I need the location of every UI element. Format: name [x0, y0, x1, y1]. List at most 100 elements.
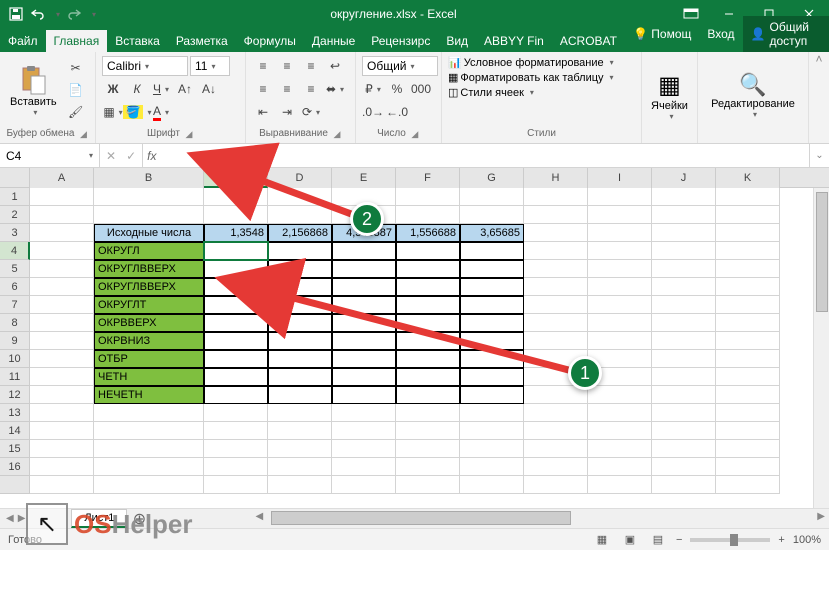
name-box[interactable]: C4▾ [0, 144, 100, 167]
align-center-icon[interactable]: ≡ [276, 79, 298, 99]
tab-layout[interactable]: Разметка [168, 30, 236, 52]
row-header[interactable]: 15 [0, 440, 30, 458]
editing-dropdown-icon[interactable]: ▾ [753, 110, 757, 119]
tab-formulas[interactable]: Формулы [236, 30, 304, 52]
zoom-in-icon[interactable]: + [778, 534, 784, 546]
row-header[interactable]: 14 [0, 422, 30, 440]
cell[interactable] [396, 404, 460, 422]
cell[interactable] [94, 440, 204, 458]
cell[interactable] [460, 296, 524, 314]
cell[interactable] [268, 188, 332, 206]
cell[interactable] [332, 422, 396, 440]
col-header-d[interactable]: D [268, 168, 332, 188]
cell[interactable] [268, 332, 332, 350]
col-header-i[interactable]: I [588, 168, 652, 188]
cell[interactable] [588, 224, 652, 242]
cell[interactable] [652, 278, 716, 296]
cell[interactable] [396, 440, 460, 458]
vertical-scrollbar[interactable] [813, 188, 829, 508]
underline-button[interactable]: Ч▾ [150, 79, 172, 99]
cell[interactable] [94, 476, 204, 494]
cell[interactable] [30, 476, 94, 494]
cell[interactable] [332, 242, 396, 260]
cell[interactable] [652, 224, 716, 242]
number-format-select[interactable]: Общий▾ [362, 56, 438, 76]
decrease-decimal-icon[interactable]: ←.0 [386, 102, 408, 122]
cells-icon[interactable]: ▦ [658, 71, 681, 100]
cut-icon[interactable]: ✂ [65, 58, 87, 78]
enter-formula-icon[interactable]: ✓ [126, 149, 136, 163]
cell[interactable] [524, 368, 588, 386]
cell[interactable] [588, 350, 652, 368]
cell[interactable] [30, 260, 94, 278]
tab-insert[interactable]: Вставка [107, 30, 168, 52]
cell[interactable] [716, 404, 780, 422]
cell[interactable] [588, 368, 652, 386]
cell[interactable] [94, 188, 204, 206]
row-header[interactable]: 16 [0, 458, 30, 476]
increase-decimal-icon[interactable]: .0→ [362, 102, 384, 122]
qat-customize-icon[interactable]: ▾ [92, 10, 96, 19]
cell[interactable] [30, 332, 94, 350]
cell[interactable] [30, 296, 94, 314]
paste-icon[interactable] [17, 64, 49, 96]
cell[interactable] [204, 368, 268, 386]
cell[interactable] [716, 278, 780, 296]
cell[interactable] [716, 440, 780, 458]
undo-dropdown-icon[interactable]: ▾ [56, 10, 60, 19]
cell[interactable] [30, 188, 94, 206]
cell[interactable] [588, 332, 652, 350]
cell[interactable] [716, 260, 780, 278]
cell[interactable] [204, 422, 268, 440]
cell[interactable] [652, 458, 716, 476]
wrap-text-icon[interactable]: ↩ [324, 56, 346, 76]
cell[interactable] [588, 458, 652, 476]
number-launcher-icon[interactable]: ◢ [410, 129, 420, 139]
sheet-nav-prev-icon[interactable]: ◀ [6, 513, 14, 524]
cell[interactable] [460, 260, 524, 278]
sheet-nav-next-icon[interactable]: ▶ [18, 513, 26, 524]
paste-dropdown-icon[interactable]: ▾ [33, 108, 37, 117]
align-middle-icon[interactable]: ≡ [276, 56, 298, 76]
merge-icon[interactable]: ⬌▾ [324, 79, 346, 99]
row-header[interactable]: 6 [0, 278, 30, 296]
cell[interactable]: НЕЧЕТН [94, 386, 204, 404]
paste-label[interactable]: Вставить [10, 96, 57, 108]
tab-review[interactable]: Рецензирс [363, 30, 438, 52]
cell[interactable] [652, 368, 716, 386]
row-header[interactable]: 3 [0, 224, 30, 242]
share-button[interactable]: 👤 Общий доступ [743, 16, 829, 52]
col-header-b[interactable]: B [94, 168, 204, 188]
expand-formula-icon[interactable]: ⌄ [809, 144, 829, 167]
italic-button[interactable]: К [126, 79, 148, 99]
row-header[interactable]: 1 [0, 188, 30, 206]
align-bottom-icon[interactable]: ≡ [300, 56, 322, 76]
cell[interactable] [396, 332, 460, 350]
cell[interactable] [204, 332, 268, 350]
cell[interactable]: ОКРУГЛ [94, 242, 204, 260]
cell[interactable] [332, 440, 396, 458]
cell[interactable] [30, 422, 94, 440]
fill-color-icon[interactable]: 🪣▾ [126, 102, 148, 122]
cell[interactable] [30, 206, 94, 224]
editing-icon[interactable]: 🔍 [739, 72, 766, 98]
borders-icon[interactable]: ▦▾ [102, 102, 124, 122]
cell[interactable] [94, 422, 204, 440]
cell[interactable] [460, 368, 524, 386]
cell[interactable] [716, 458, 780, 476]
cell[interactable] [716, 314, 780, 332]
cell[interactable] [524, 332, 588, 350]
cell[interactable] [588, 242, 652, 260]
cell[interactable] [588, 188, 652, 206]
cell[interactable]: 2,156868 [268, 224, 332, 242]
cell[interactable] [716, 224, 780, 242]
cancel-formula-icon[interactable]: ✕ [106, 149, 116, 163]
formula-input[interactable] [160, 144, 809, 167]
cell[interactable] [652, 350, 716, 368]
spreadsheet-grid[interactable]: A B C D E F G H I J K 123Исходные числа1… [0, 168, 829, 508]
font-increase-icon[interactable]: A↑ [174, 79, 196, 99]
currency-icon[interactable]: ₽▾ [362, 79, 384, 99]
cell[interactable] [204, 314, 268, 332]
cell[interactable]: 4,546887 [332, 224, 396, 242]
col-header-f[interactable]: F [396, 168, 460, 188]
